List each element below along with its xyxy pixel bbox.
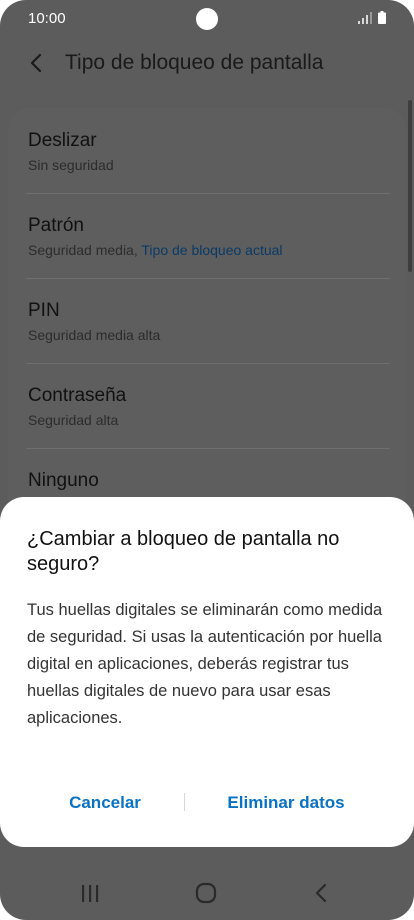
back-icon[interactable] xyxy=(310,881,334,905)
navigation-bar xyxy=(0,865,414,920)
front-camera-cutout xyxy=(196,8,218,30)
app-header: Tipo de bloqueo de pantalla xyxy=(0,42,414,86)
dialog-actions: Cancelar Eliminar datos xyxy=(0,783,414,823)
lock-option-title: Deslizar xyxy=(28,130,97,151)
current-lock-type-label: Tipo de bloqueo actual xyxy=(141,242,283,258)
battery-icon xyxy=(378,11,386,24)
status-time: 10:00 xyxy=(28,10,66,27)
scrollbar[interactable] xyxy=(408,100,412,272)
cancel-button[interactable]: Cancelar xyxy=(30,783,180,823)
status-bar: 10:00 xyxy=(0,0,414,40)
lock-option-security-level: Seguridad media, xyxy=(28,242,138,258)
lock-option-subtitle: Seguridad alta xyxy=(28,412,119,428)
lock-option-title: PIN xyxy=(28,300,60,321)
lock-option-subtitle: Sin seguridad xyxy=(28,157,114,173)
button-separator xyxy=(184,793,185,811)
dialog-title: ¿Cambiar a bloqueo de pantalla no seguro… xyxy=(27,528,340,575)
recent-apps-icon[interactable] xyxy=(78,881,102,905)
home-icon[interactable] xyxy=(194,881,218,905)
confirm-dialog: ¿Cambiar a bloqueo de pantalla no seguro… xyxy=(0,497,414,847)
lock-option-subtitle: Seguridad media alta xyxy=(28,327,161,343)
lock-option-pin[interactable]: PIN Seguridad media alta xyxy=(8,278,406,362)
phone-screen: 10:00 Tipo de bloqueo de pantalla Desliz… xyxy=(0,0,414,920)
lock-option-swipe[interactable]: Deslizar Sin seguridad xyxy=(8,108,406,192)
lock-option-title: Ninguno xyxy=(28,470,99,491)
back-arrow-icon[interactable] xyxy=(26,52,48,74)
lock-option-password[interactable]: Contraseña Seguridad alta xyxy=(8,363,406,447)
lock-option-title: Contraseña xyxy=(28,385,127,406)
delete-data-button[interactable]: Eliminar datos xyxy=(195,783,377,823)
lock-type-list: Deslizar Sin seguridad Patrón Seguridad … xyxy=(8,108,406,548)
lock-option-pattern[interactable]: Patrón Seguridad media, Tipo de bloqueo … xyxy=(8,193,406,277)
lock-option-subtitle: Seguridad media, Tipo de bloqueo actual xyxy=(28,242,283,258)
signal-icon xyxy=(358,12,372,24)
dialog-message: Tus huellas digitales se eliminarán como… xyxy=(27,601,383,727)
lock-option-title: Patrón xyxy=(28,215,84,236)
page-title: Tipo de bloqueo de pantalla xyxy=(65,51,324,74)
